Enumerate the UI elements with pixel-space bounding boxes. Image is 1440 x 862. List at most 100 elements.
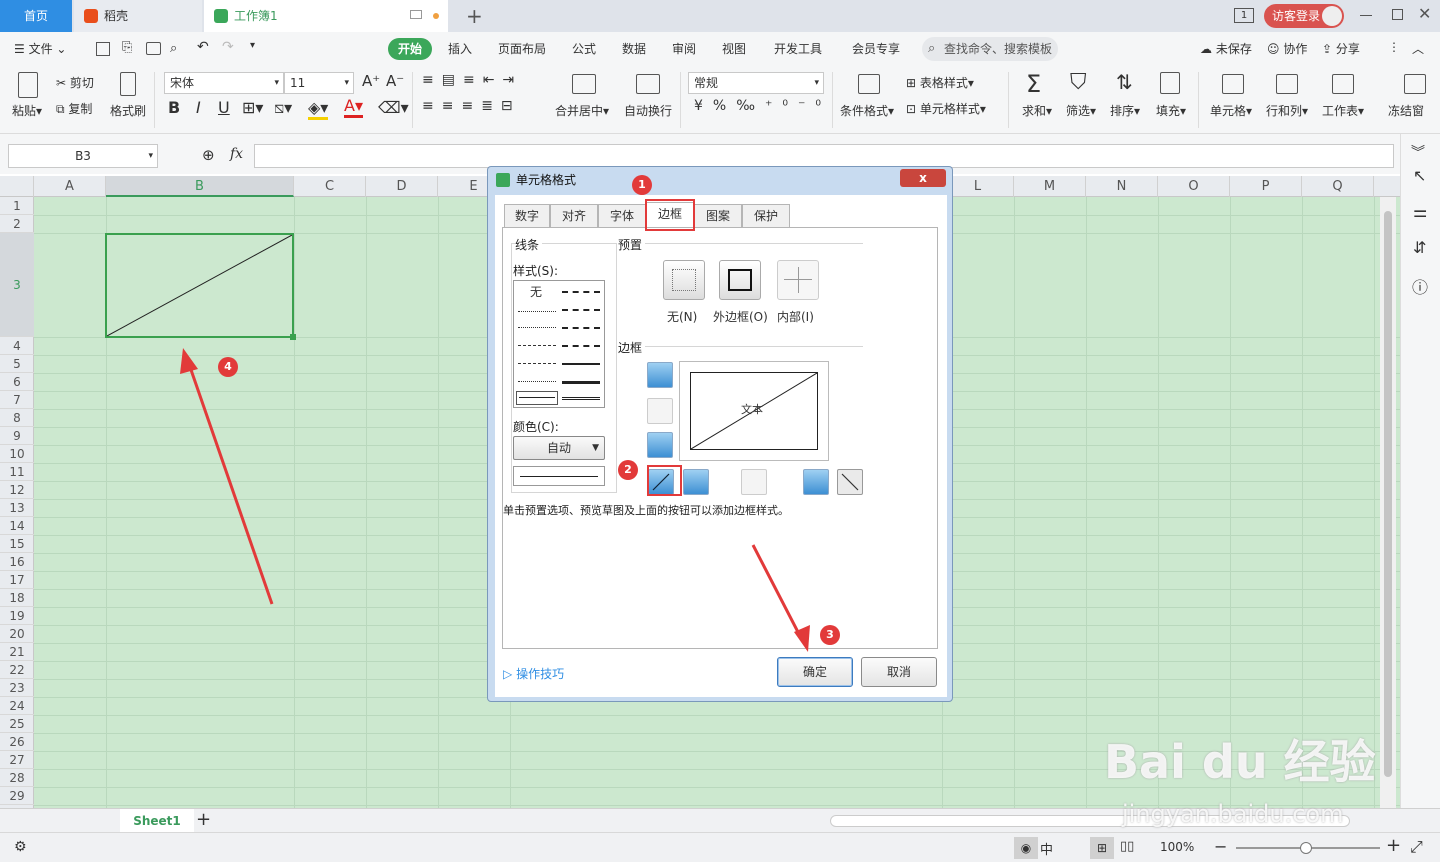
- worksheet-button[interactable]: 工作表▾: [1322, 102, 1364, 119]
- line-style-option[interactable]: [562, 309, 600, 311]
- name-box[interactable]: B3 ▾: [8, 144, 158, 168]
- tab-font[interactable]: 字体: [598, 204, 646, 228]
- font-color-icon[interactable]: A▾: [344, 96, 363, 118]
- line-style-option[interactable]: [562, 291, 600, 293]
- border-preview[interactable]: 文本: [679, 361, 829, 461]
- monitor-icon[interactable]: [410, 10, 422, 19]
- menu-member[interactable]: 会员专享: [852, 40, 900, 57]
- backup-icon[interactable]: ⇵: [1413, 238, 1426, 257]
- collab-button[interactable]: ☺ 协作: [1267, 40, 1307, 57]
- minimize-icon[interactable]: [1360, 15, 1372, 16]
- conditional-format-button[interactable]: 条件格式▾: [840, 102, 894, 119]
- border-inner-vertical-button[interactable]: [741, 469, 767, 495]
- fill-border-icon[interactable]: ⧅▾: [274, 98, 292, 118]
- font-size-select[interactable]: 11 ▾: [284, 72, 354, 94]
- preset-outline-button[interactable]: [719, 260, 761, 300]
- worksheet-icon[interactable]: [1332, 74, 1354, 94]
- eye-protect-icon[interactable]: ◉: [1014, 837, 1038, 859]
- line-style-list[interactable]: 无: [513, 280, 605, 408]
- zoom-slider[interactable]: [1236, 842, 1380, 854]
- collapse-icon[interactable]: ︾: [1411, 142, 1425, 162]
- freeze-icon[interactable]: [1404, 74, 1426, 94]
- wrap-icon[interactable]: [636, 74, 660, 94]
- fill-handle[interactable]: [290, 334, 296, 340]
- sum-button[interactable]: 求和▾: [1022, 102, 1052, 119]
- underline-icon[interactable]: U: [218, 98, 230, 117]
- copy-button[interactable]: ⧉ 复制: [56, 100, 92, 117]
- sum-icon[interactable]: Σ: [1026, 70, 1041, 98]
- border-icon[interactable]: ⊞▾: [242, 98, 263, 117]
- close-icon[interactable]: ✕: [1418, 4, 1431, 23]
- dialog-close-button[interactable]: x: [900, 169, 946, 187]
- line-style-option[interactable]: [518, 363, 556, 364]
- cancel-button[interactable]: 取消: [861, 657, 937, 687]
- line-style-option[interactable]: [562, 363, 600, 365]
- dialog-title-bar[interactable]: 单元格格式: [488, 167, 952, 193]
- border-right-button[interactable]: [803, 469, 829, 495]
- cell-icon[interactable]: [1222, 74, 1244, 94]
- format-painter-button[interactable]: 格式刷: [110, 102, 146, 119]
- increase-font-icon[interactable]: A⁺: [362, 72, 380, 90]
- menu-insert[interactable]: 插入: [448, 40, 472, 57]
- print-preview-icon[interactable]: ⌕: [170, 41, 177, 56]
- font-name-select[interactable]: 宋体 ▾: [164, 72, 284, 94]
- tips-link[interactable]: ▷ 操作技巧: [503, 665, 564, 682]
- number-format-select[interactable]: 常规 ▾: [688, 72, 824, 94]
- line-style-option[interactable]: [518, 381, 556, 382]
- vertical-align-icons[interactable]: ≡▤≡⇤⇥: [422, 72, 522, 88]
- undo-icon[interactable]: ↶: [197, 39, 209, 55]
- line-style-option[interactable]: [518, 311, 556, 312]
- preset-none-button[interactable]: [663, 260, 705, 300]
- cell-button[interactable]: 单元格▾: [1210, 102, 1252, 119]
- line-style-option[interactable]: [562, 381, 600, 384]
- row-col-button[interactable]: 行和列▾: [1266, 102, 1308, 119]
- page-view-icon[interactable]: ▯▯: [1120, 839, 1134, 854]
- row-col-icon[interactable]: [1276, 74, 1298, 94]
- menu-start[interactable]: 开始: [388, 38, 432, 60]
- line-style-option[interactable]: [562, 345, 600, 347]
- zoom-formula-icon[interactable]: ⊕: [202, 146, 215, 164]
- menu-page-layout[interactable]: 页面布局: [498, 40, 546, 57]
- cursor-icon[interactable]: ↖: [1413, 166, 1426, 185]
- conditional-format-icon[interactable]: [858, 74, 880, 94]
- merge-center-button[interactable]: 合并居中▾: [555, 102, 609, 119]
- tab-pattern[interactable]: 图案: [694, 204, 742, 228]
- clear-icon[interactable]: ⌫▾: [378, 98, 409, 117]
- number-buttons[interactable]: ¥%‰⁺⁰⁻⁰: [694, 98, 831, 114]
- line-style-option[interactable]: [519, 397, 555, 398]
- tab-workbook[interactable]: 工作簿1: [204, 0, 448, 32]
- macro-icon[interactable]: ⚙: [14, 839, 27, 855]
- cut-button[interactable]: ✂ 剪切: [56, 74, 94, 91]
- file-menu[interactable]: ☰ 文件 ⌄: [14, 40, 66, 57]
- paste-icon[interactable]: [18, 72, 38, 98]
- share-button[interactable]: ⇪ 分享: [1322, 40, 1360, 57]
- line-style-option[interactable]: [518, 327, 556, 328]
- zoom-level[interactable]: 100%: [1160, 840, 1194, 854]
- tab-alignment[interactable]: 对齐: [550, 204, 598, 228]
- decrease-font-icon[interactable]: A⁻: [386, 72, 404, 90]
- export-icon[interactable]: ⎘: [122, 40, 132, 55]
- settings-sliders-icon[interactable]: ⚌: [1413, 202, 1427, 221]
- border-bottom-button[interactable]: [647, 432, 673, 458]
- zoom-out-icon[interactable]: −: [1214, 837, 1227, 856]
- filter-button[interactable]: 筛选▾: [1066, 102, 1096, 119]
- sheet-tab-sheet1[interactable]: Sheet1: [120, 809, 194, 833]
- customize-icon[interactable]: ▾: [250, 40, 255, 51]
- login-button[interactable]: 访客登录: [1264, 4, 1344, 28]
- sort-icon[interactable]: ⇅: [1116, 70, 1133, 94]
- menu-data[interactable]: 数据: [622, 40, 646, 57]
- menu-formula[interactable]: 公式: [572, 40, 596, 57]
- collapse-ribbon-icon[interactable]: ︿: [1412, 40, 1424, 57]
- tab-daoke[interactable]: 稻壳: [74, 0, 202, 32]
- fill-color-icon[interactable]: ◈▾: [308, 98, 329, 120]
- bold-icon[interactable]: B: [168, 98, 180, 117]
- normal-view-icon[interactable]: ⊞: [1090, 837, 1114, 859]
- tab-protection[interactable]: 保护: [742, 204, 790, 228]
- cell-style-button[interactable]: ⊡ 单元格样式▾: [906, 100, 986, 117]
- formula-input[interactable]: [254, 144, 1394, 168]
- new-tab-icon[interactable]: +: [466, 4, 483, 28]
- paste-button[interactable]: 粘贴▾: [12, 102, 42, 119]
- horizontal-align-icons[interactable]: ≡≡≡≣⊟: [422, 98, 521, 114]
- scroll-thumb[interactable]: [1384, 211, 1392, 777]
- tab-home[interactable]: 首页: [0, 0, 72, 32]
